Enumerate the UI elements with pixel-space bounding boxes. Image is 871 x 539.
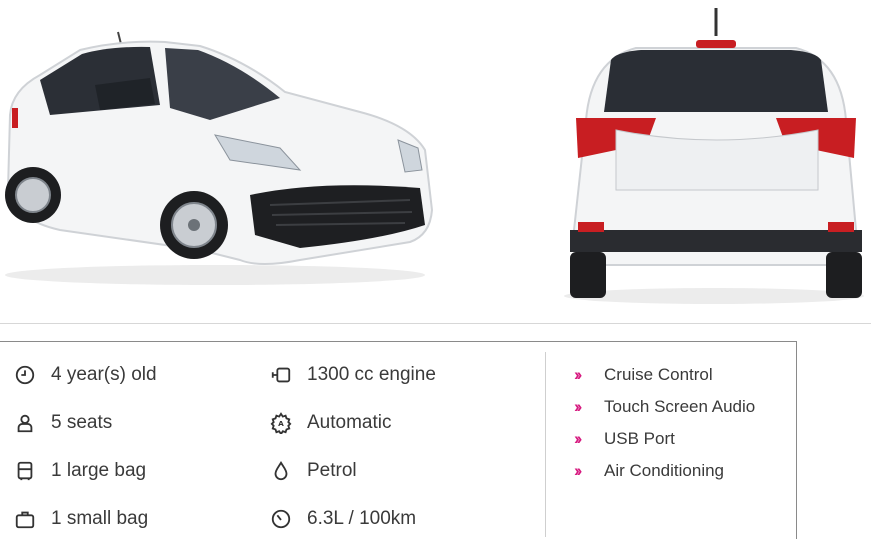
car-rear-image bbox=[564, 8, 864, 304]
spec-label: 1 small bag bbox=[51, 508, 149, 529]
feature-label: Cruise Control bbox=[604, 365, 713, 384]
spec-age: 4 year(s) old bbox=[14, 362, 157, 388]
feature-item: ›› USB Port bbox=[574, 428, 675, 450]
spec-label: Automatic bbox=[307, 412, 392, 433]
spec-engine: 1300 cc engine bbox=[270, 362, 436, 388]
specs-panel: 4 year(s) old 5 seats 1 large bag 1 smal… bbox=[0, 341, 797, 539]
feature-label: Air Conditioning bbox=[604, 461, 725, 480]
gear-icon: A bbox=[270, 412, 292, 434]
suitcase-icon bbox=[17, 461, 33, 481]
spec-label: Petrol bbox=[307, 460, 357, 481]
column-separator bbox=[545, 352, 546, 537]
spec-fuel: Petrol bbox=[270, 458, 357, 484]
double-chevron-icon: ›› bbox=[574, 397, 582, 416]
spec-large-bag: 1 large bag bbox=[14, 458, 146, 484]
spec-seats: 5 seats bbox=[14, 410, 112, 436]
fuel-drop-icon bbox=[274, 460, 288, 481]
spec-small-bag: 1 small bag bbox=[14, 506, 148, 532]
car-photos bbox=[0, 0, 871, 322]
feature-item: ›› Cruise Control bbox=[574, 364, 713, 386]
spec-label: 1 large bag bbox=[51, 460, 147, 481]
spec-label: 4 year(s) old bbox=[51, 364, 157, 385]
bag-icon bbox=[15, 511, 35, 529]
svg-text:A: A bbox=[278, 419, 284, 428]
feature-item: ›› Touch Screen Audio bbox=[574, 396, 755, 418]
spec-consumption: 6.3L / 100km bbox=[270, 506, 416, 532]
double-chevron-icon: ›› bbox=[574, 429, 582, 448]
car-front-image bbox=[5, 31, 434, 285]
feature-label: USB Port bbox=[604, 429, 675, 448]
spec-label: 1300 cc engine bbox=[307, 364, 436, 385]
clock-icon bbox=[15, 365, 35, 385]
gauge-icon bbox=[271, 509, 291, 529]
double-chevron-icon: ›› bbox=[574, 461, 582, 480]
feature-item: ›› Air Conditioning bbox=[574, 460, 724, 482]
spec-transmission: A Automatic bbox=[270, 410, 391, 436]
spec-label: 6.3L / 100km bbox=[307, 508, 417, 529]
double-chevron-icon: ›› bbox=[574, 365, 582, 384]
person-icon bbox=[17, 414, 33, 433]
engine-icon bbox=[271, 367, 291, 383]
spec-label: 5 seats bbox=[51, 412, 113, 433]
feature-label: Touch Screen Audio bbox=[604, 397, 756, 416]
section-divider bbox=[0, 323, 871, 324]
